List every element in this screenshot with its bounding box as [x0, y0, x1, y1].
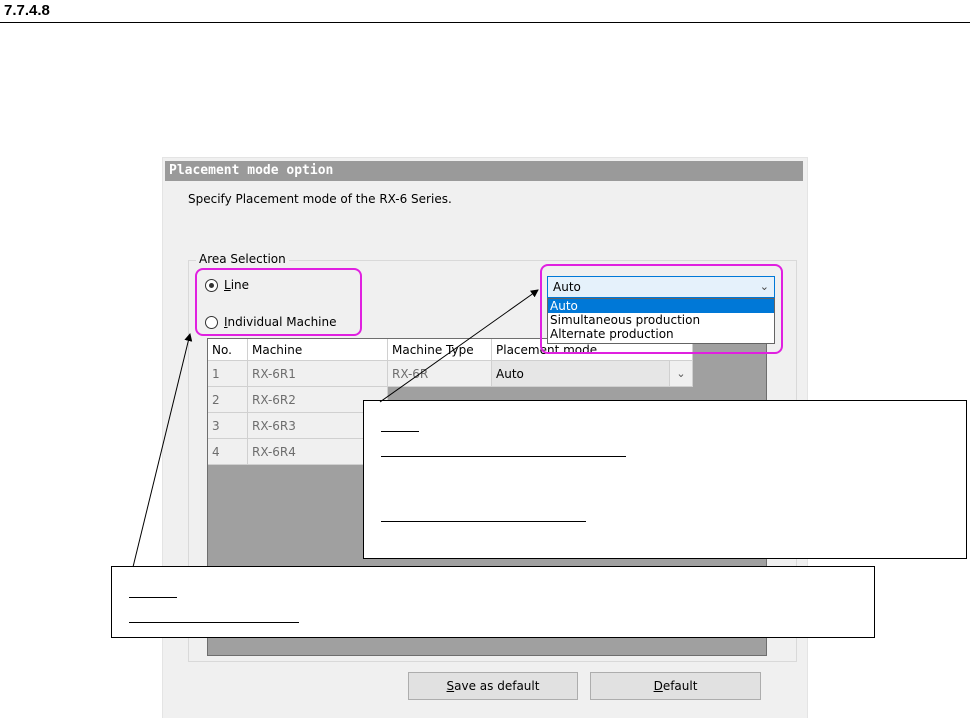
annotation-arrows: [132, 289, 539, 568]
arrow-to-combobox: [379, 289, 539, 403]
arrow-to-area-selection: [132, 333, 193, 568]
